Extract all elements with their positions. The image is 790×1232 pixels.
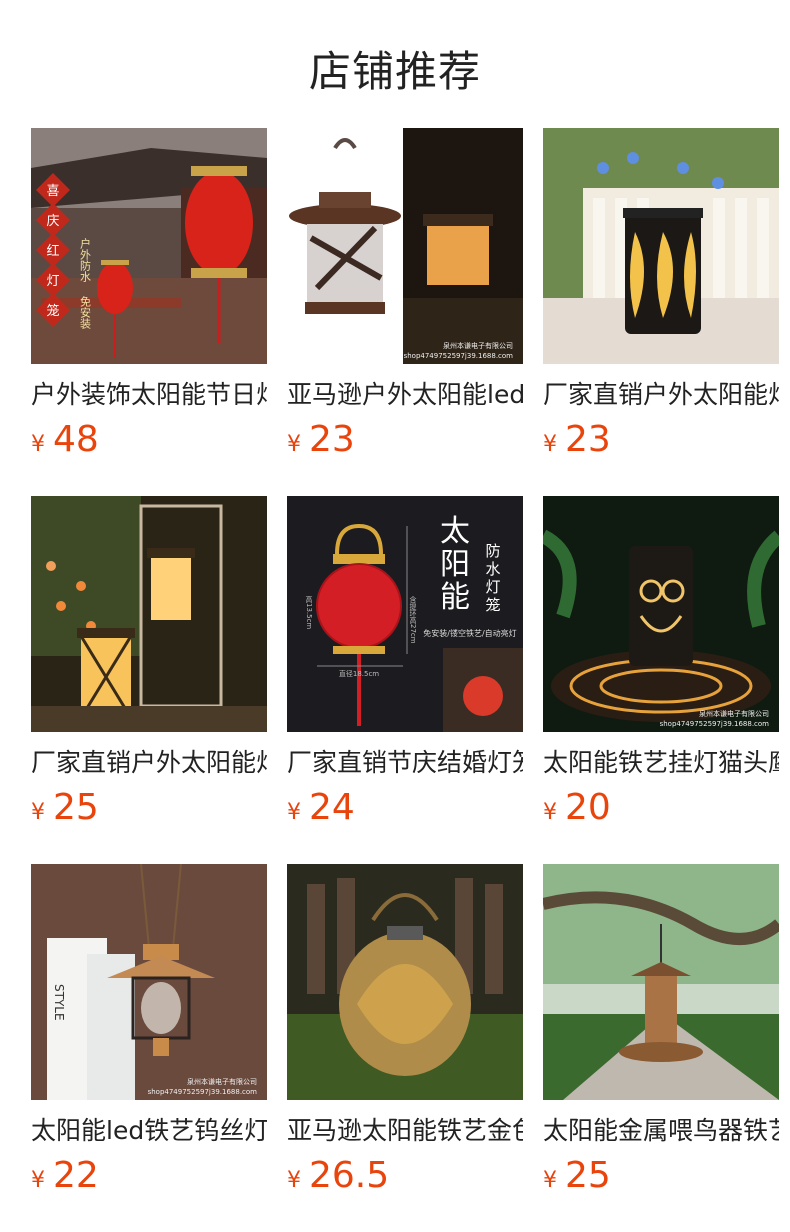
product-card[interactable]: 厂家直销户外太阳能灯笼 ¥25 <box>31 496 267 864</box>
lantern-char-1: 喜 <box>46 184 59 199</box>
watermark-company: 泉州本谦电子有限公司 <box>187 1077 257 1086</box>
currency-symbol: ¥ <box>287 432 301 457</box>
gold-lantern-photo <box>287 864 523 1100</box>
product-name[interactable]: 太阳能铁艺挂灯猫头鹰 <box>543 746 779 780</box>
product-card[interactable]: 厂家直销户外太阳能灯笼 ¥23 <box>543 128 779 496</box>
dim-diameter-text: 直径18.5cm <box>339 669 379 678</box>
product-name[interactable]: 厂家直销户外太阳能灯笼 <box>543 378 779 412</box>
product-name[interactable]: 太阳能led铁艺钨丝灯 <box>31 1114 267 1148</box>
watermark-shop: shop4749752597j39.1688.com <box>148 1088 258 1096</box>
product-price: ¥25 <box>543 1154 779 1198</box>
lantern-side-text-2: 免安装 <box>79 295 92 330</box>
product-card[interactable]: 泉州本谦电子有限公司 shop4749752597j39.1688.com 亚马… <box>287 128 523 496</box>
price-value: 23 <box>309 419 355 460</box>
product-card[interactable]: 亚马逊太阳能铁艺金色灯笼 ¥26.5 <box>287 864 523 1232</box>
product-card[interactable]: 含提环高27cm 高13.5cm 直径18.5cm 太 阳 能 防 水 灯 笼 … <box>287 496 523 864</box>
product-price: ¥23 <box>543 418 779 462</box>
product-price: ¥26.5 <box>287 1154 523 1198</box>
glowing-lanterns-photo <box>31 496 267 732</box>
banner-small-4: 笼 <box>485 596 500 614</box>
price-value: 24 <box>309 787 355 828</box>
page-title: 店铺推荐 <box>308 47 481 96</box>
banner-small-3: 灯 <box>485 578 500 596</box>
product-name[interactable]: 亚马逊户外太阳能led灯笼 <box>287 378 523 412</box>
product-price: ¥20 <box>543 786 779 830</box>
red-lantern-photo: 喜 庆 红 灯 笼 户外防水 免安装 <box>31 128 267 364</box>
watermark-company: 泉州本谦电子有限公司 <box>443 341 513 350</box>
currency-symbol: ¥ <box>543 800 557 825</box>
price-value: 23 <box>565 419 611 460</box>
product-card[interactable]: 喜 庆 红 灯 笼 户外防水 免安装 户外装饰太阳能节日灯笼 ¥48 <box>31 128 267 496</box>
product-price: ¥23 <box>287 418 523 462</box>
product-name[interactable]: 户外装饰太阳能节日灯笼 <box>31 378 267 412</box>
lantern-char-4: 灯 <box>46 274 59 289</box>
currency-symbol: ¥ <box>543 432 557 457</box>
banner-small-2: 水 <box>485 560 500 578</box>
leaf-lantern-photo <box>543 128 779 364</box>
product-name[interactable]: 厂家直销节庆结婚灯笼 <box>287 746 523 780</box>
product-card[interactable]: 太阳能金属喂鸟器铁艺 ¥25 <box>543 864 779 1232</box>
owl-lantern-photo: 泉州本谦电子有限公司 shop4749752597j39.1688.com <box>543 496 779 732</box>
copper-lantern-photo: STYLE 泉州本谦电子有限公司 shop4749752597j39.1688.… <box>31 864 267 1100</box>
product-grid: 喜 庆 红 灯 笼 户外防水 免安装 户外装饰太阳能节日灯笼 ¥48 <box>31 128 779 1232</box>
currency-symbol: ¥ <box>287 1168 301 1193</box>
price-value: 20 <box>565 787 611 828</box>
bird-feeder-photo <box>543 864 779 1100</box>
dim-height-text: 含提环高27cm <box>409 595 417 644</box>
lantern-char-3: 红 <box>46 243 59 259</box>
lantern-side-text-1: 户外防水 <box>79 237 92 282</box>
product-image-gold-lantern[interactable] <box>287 864 523 1100</box>
watermark-shop: shop4749752597j39.1688.com <box>660 720 770 728</box>
product-card[interactable]: STYLE 泉州本谦电子有限公司 shop4749752597j39.1688.… <box>31 864 267 1232</box>
banner-small-1: 防 <box>485 542 500 560</box>
currency-symbol: ¥ <box>31 432 45 457</box>
currency-symbol: ¥ <box>31 800 45 825</box>
product-price: ¥24 <box>287 786 523 830</box>
product-image-leaf-lantern[interactable] <box>543 128 779 364</box>
watermark-company: 泉州本谦电子有限公司 <box>699 709 769 718</box>
red-hollow-lantern-photo: 含提环高27cm 高13.5cm 直径18.5cm 太 阳 能 防 水 灯 笼 … <box>287 496 523 732</box>
product-name[interactable]: 厂家直销户外太阳能灯笼 <box>31 746 267 780</box>
banner-char-1: 太 <box>440 514 470 549</box>
dim-body-text: 高13.5cm <box>305 595 313 629</box>
watermark-shop: shop4749752597j39.1688.com <box>404 352 514 360</box>
product-image-owl-lantern[interactable]: 泉州本谦电子有限公司 shop4749752597j39.1688.com <box>543 496 779 732</box>
banner-char-3: 能 <box>440 580 470 615</box>
product-image-bronze-lantern[interactable]: 泉州本谦电子有限公司 shop4749752597j39.1688.com <box>287 128 523 364</box>
product-image-bird-feeder[interactable] <box>543 864 779 1100</box>
product-image-glowing-lanterns[interactable] <box>31 496 267 732</box>
currency-symbol: ¥ <box>287 800 301 825</box>
recommend-page: 店铺推荐 喜 庆 红 灯 笼 户外防水 免安装 户外装饰太阳能节日 ¥ 48 泉… <box>0 0 790 1232</box>
book-spine-text: STYLE <box>52 984 66 1021</box>
product-image-copper-lantern[interactable]: STYLE 泉州本谦电子有限公司 shop4749752597j39.1688.… <box>31 864 267 1100</box>
price-value: 22 <box>53 1155 99 1196</box>
price-value: 48 <box>53 419 99 460</box>
price-value: 25 <box>565 1155 611 1196</box>
product-price: ¥25 <box>31 786 267 830</box>
product-image-red-hollow-lantern[interactable]: 含提环高27cm 高13.5cm 直径18.5cm 太 阳 能 防 水 灯 笼 … <box>287 496 523 732</box>
banner-caption: 免安装/镂空铁艺/自动亮灯 <box>423 628 516 638</box>
bronze-lantern-photo: 泉州本谦电子有限公司 shop4749752597j39.1688.com <box>287 128 523 364</box>
currency-symbol: ¥ <box>31 1168 45 1193</box>
product-price: ¥48 <box>31 418 267 462</box>
product-image-red-lantern[interactable]: 喜 庆 红 灯 笼 户外防水 免安装 <box>31 128 267 364</box>
lantern-char-5: 笼 <box>46 303 59 319</box>
product-name[interactable]: 太阳能金属喂鸟器铁艺 <box>543 1114 779 1148</box>
banner-char-2: 阳 <box>440 547 470 582</box>
product-card[interactable]: 泉州本谦电子有限公司 shop4749752597j39.1688.com 太阳… <box>543 496 779 864</box>
lantern-char-2: 庆 <box>46 214 59 229</box>
currency-symbol: ¥ <box>543 1168 557 1193</box>
price-value: 25 <box>53 787 99 828</box>
price-value: 26.5 <box>309 1155 390 1196</box>
product-name[interactable]: 亚马逊太阳能铁艺金色灯笼 <box>287 1114 523 1148</box>
product-price: ¥22 <box>31 1154 267 1198</box>
